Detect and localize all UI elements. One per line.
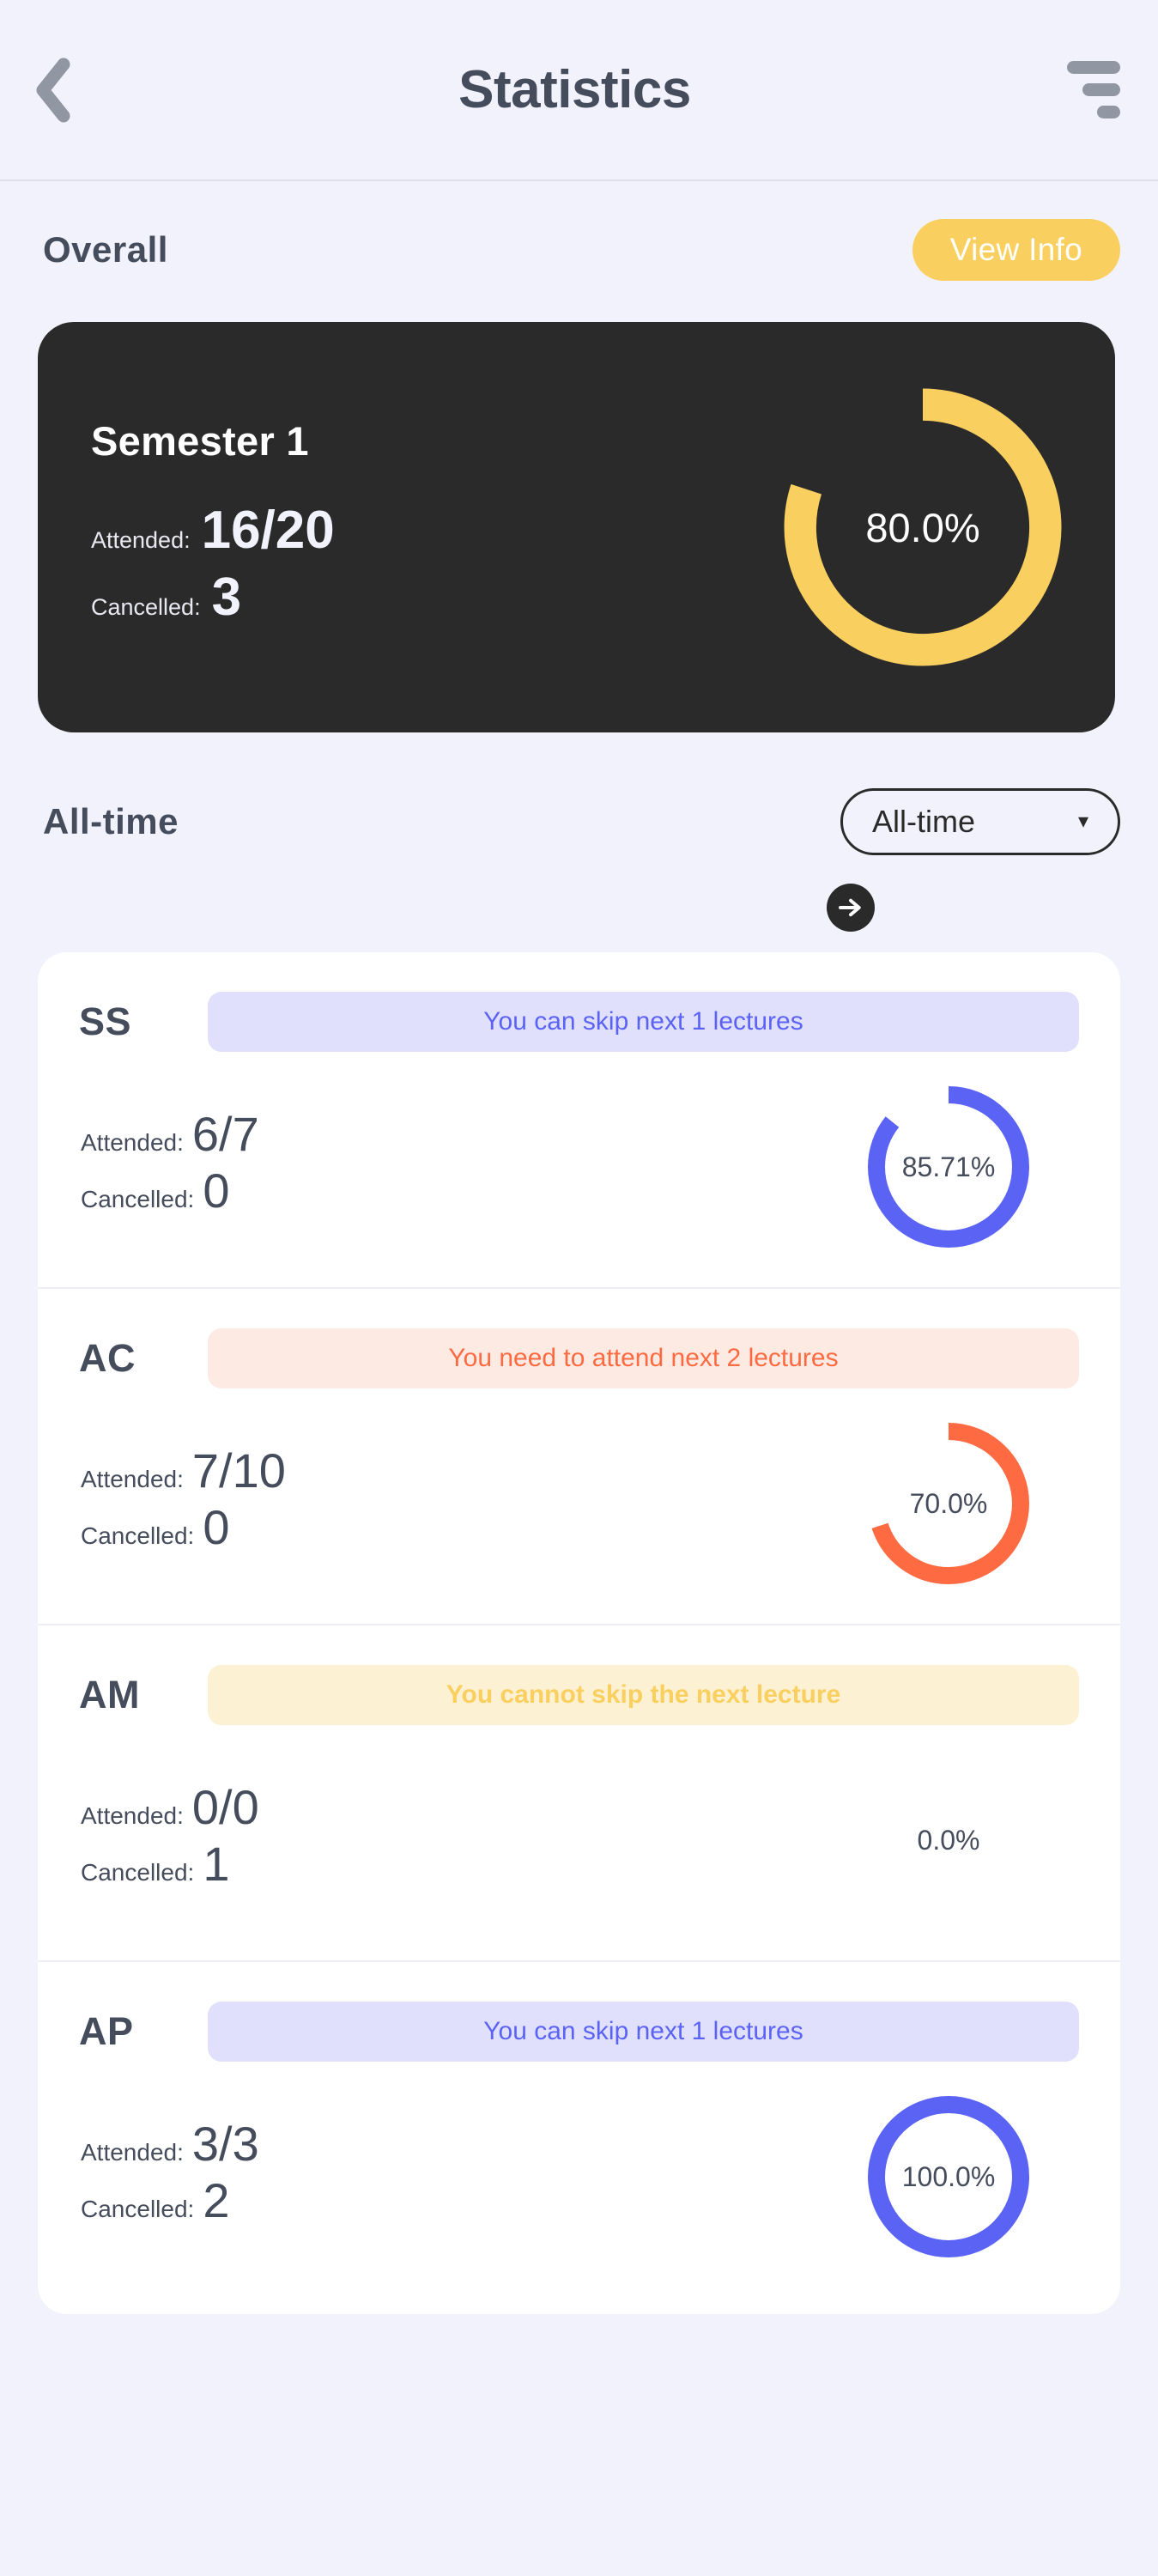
subject-body: Attended: 0/0 Cancelled: 1 0.0% — [79, 1754, 1079, 1926]
subject-header: AC You need to attend next 2 lectures — [79, 1328, 1079, 1388]
subject-row[interactable]: AM You cannot skip the next lecture Attend… — [38, 1625, 1120, 1962]
semester-cancelled-label: Cancelled: — [91, 593, 201, 620]
subject-code: AM — [79, 1673, 140, 1716]
subject-header: SS You can skip next 1 lectures — [79, 992, 1079, 1052]
subject-cancelled-label: Cancelled: — [81, 1186, 195, 1212]
subject-attended-row: Attended: 0/0 — [81, 1783, 863, 1832]
subject-percent-label: 0.0% — [917, 1824, 980, 1856]
semester-cancelled-row: Cancelled: 3 — [91, 567, 777, 627]
subject-header: AM You cannot skip the next lecture — [79, 1665, 1079, 1725]
subject-cancelled-value: 0 — [203, 1163, 230, 1218]
subject-cancelled-label: Cancelled: — [81, 2196, 195, 2222]
subject-stats: Attended: 0/0 Cancelled: 1 — [79, 1783, 863, 1897]
semester-attended-row: Attended: 16/20 — [91, 500, 777, 560]
period-select-value: All-time — [872, 804, 976, 839]
subject-row[interactable]: AC You need to attend next 2 lectures Atte… — [38, 1289, 1120, 1625]
subject-cancelled-row: Cancelled: 0 — [81, 1167, 863, 1215]
semester-attended-value: 16/20 — [201, 500, 335, 560]
subject-stats: Attended: 3/3 Cancelled: 2 — [79, 2120, 863, 2233]
status-badge: You can skip next 1 lectures — [208, 992, 1079, 1052]
status-badge: You can skip next 1 lectures — [208, 2002, 1079, 2062]
subject-percent-label: 85.71% — [901, 1151, 996, 1182]
semester-summary-card[interactable]: Semester 1 Attended: 16/20 Cancelled: 3 … — [38, 322, 1115, 732]
subject-cancelled-value: 2 — [203, 2173, 230, 2227]
subject-percent-label: 100.0% — [901, 2160, 996, 2192]
app-header: Statistics — [0, 0, 1158, 181]
subject-attended-label: Attended: — [81, 1129, 184, 1156]
alltime-title: All-time — [43, 801, 179, 841]
subject-attended-row: Attended: 6/7 — [81, 1110, 863, 1158]
overall-section-header: Overall View Info — [0, 190, 1158, 310]
subject-attended-label: Attended: — [81, 1466, 184, 1492]
page-title: Statistics — [458, 59, 691, 119]
subject-body: Attended: 6/7 Cancelled: 0 85.71% — [79, 1081, 1079, 1253]
semester-cancelled-value: 3 — [211, 567, 242, 627]
subject-attendance-donut: 85.71% — [863, 1081, 1034, 1253]
arrow-right-circle-icon[interactable] — [827, 884, 875, 932]
subject-code: SS — [79, 999, 132, 1043]
status-badge: You need to attend next 2 lectures — [208, 1328, 1079, 1388]
alltime-section-header: All-time All-time ▾ — [0, 775, 1158, 868]
subject-attendance-donut: 100.0% — [863, 2091, 1034, 2263]
subject-attended-label: Attended: — [81, 1802, 184, 1829]
back-button[interactable] — [33, 52, 93, 129]
subject-cancelled-row: Cancelled: 0 — [81, 1504, 863, 1552]
subject-row[interactable]: AP You can skip next 1 lectures Attended: 3… — [38, 1962, 1120, 2297]
semester-percent-label: 80.0% — [865, 504, 980, 550]
status-badge: You cannot skip the next lecture — [208, 1665, 1079, 1725]
subject-cancelled-label: Cancelled: — [81, 1522, 195, 1549]
subject-attended-row: Attended: 3/3 — [81, 2120, 863, 2168]
subject-attendance-donut: 70.0% — [863, 1418, 1034, 1589]
subject-cancelled-row: Cancelled: 2 — [81, 2177, 863, 2225]
semester-attendance-donut: 80.0% — [777, 381, 1069, 673]
subject-code: AP — [79, 2009, 134, 2053]
subject-attended-value: 7/10 — [191, 1443, 286, 1498]
semester-title: Semester 1 — [91, 417, 309, 464]
filter-bar-3 — [1097, 106, 1120, 118]
subject-attended-value: 6/7 — [191, 1107, 259, 1161]
statistics-screen: Statistics Overall View Info Semester 1 … — [0, 0, 1158, 2576]
subject-attendance-donut: 0.0% — [863, 1754, 1034, 1926]
subject-stats: Attended: 6/7 Cancelled: 0 — [79, 1110, 863, 1224]
subject-attended-value: 0/0 — [191, 1780, 259, 1834]
overall-title: Overall — [43, 229, 168, 270]
filter-bar-2 — [1082, 83, 1120, 96]
chevron-down-icon: ▾ — [1077, 810, 1088, 833]
subject-body: Attended: 7/10 Cancelled: 0 70.0% — [79, 1418, 1079, 1589]
subject-header: AP You can skip next 1 lectures — [79, 2002, 1079, 2062]
subject-attended-row: Attended: 7/10 — [81, 1447, 863, 1495]
subject-cancelled-row: Cancelled: 1 — [81, 1840, 863, 1888]
subject-cancelled-label: Cancelled: — [81, 1859, 195, 1886]
subject-cancelled-value: 0 — [203, 1500, 230, 1554]
filter-sort-icon[interactable] — [1057, 56, 1125, 125]
semester-attended-label: Attended: — [91, 526, 191, 553]
subject-list-card: SS You can skip next 1 lectures Attended: 6… — [38, 952, 1120, 2314]
filter-bar-1 — [1067, 61, 1120, 74]
subject-stats: Attended: 7/10 Cancelled: 0 — [79, 1447, 863, 1560]
subject-body: Attended: 3/3 Cancelled: 2 100.0% — [79, 2091, 1079, 2263]
view-info-button[interactable]: View Info — [912, 219, 1120, 281]
period-select[interactable]: All-time ▾ — [840, 788, 1120, 855]
subject-row[interactable]: SS You can skip next 1 lectures Attended: 6… — [38, 952, 1120, 1289]
subject-code: AC — [79, 1336, 136, 1380]
semester-summary-details: Semester 1 Attended: 16/20 Cancelled: 3 — [91, 417, 777, 638]
next-period-row — [0, 872, 1158, 944]
subject-cancelled-value: 1 — [203, 1837, 230, 1891]
subject-percent-label: 70.0% — [909, 1487, 988, 1519]
subject-attended-label: Attended: — [81, 2139, 184, 2166]
chevron-left-icon — [33, 58, 70, 123]
subject-attended-value: 3/3 — [191, 2117, 259, 2171]
